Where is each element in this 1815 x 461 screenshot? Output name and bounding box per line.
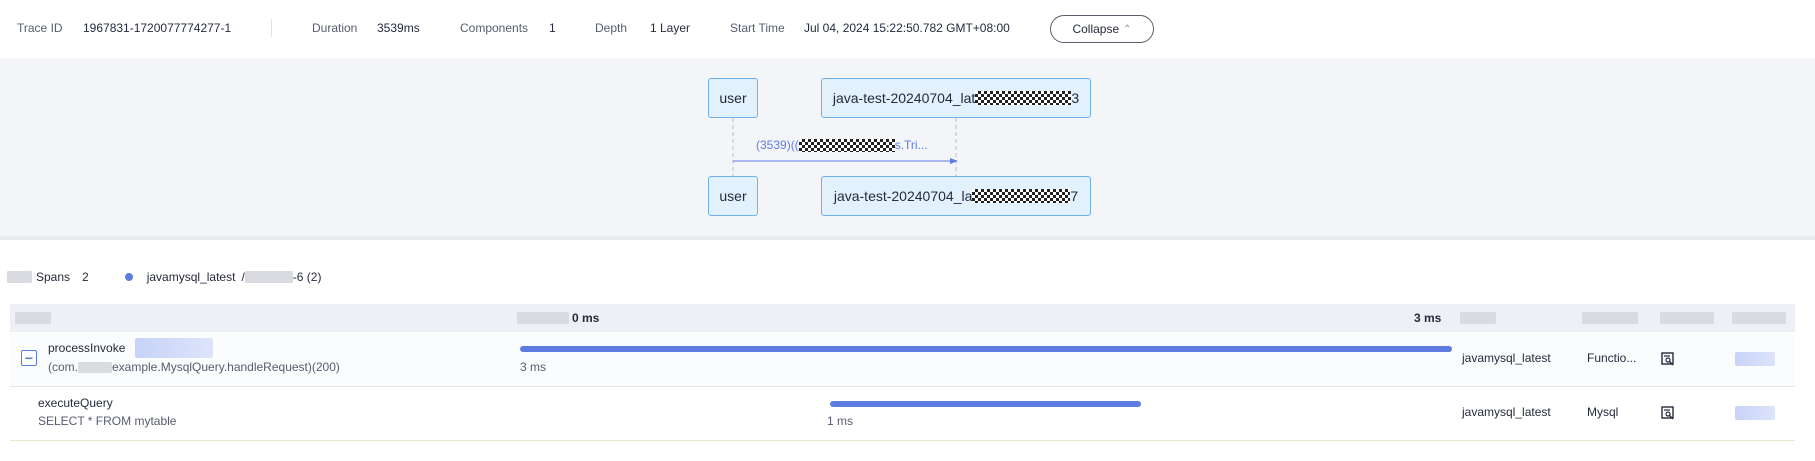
redacted-mask <box>798 139 895 153</box>
collapse-row-icon[interactable]: − <box>21 350 37 366</box>
redacted-mask <box>1735 352 1775 366</box>
span-app: javamysql_latest <box>1462 405 1551 419</box>
actor-user-bottom-label: user <box>719 188 747 204</box>
timeline-start-label: 0 ms <box>572 311 600 325</box>
actor-service-top-prefix: java-test-20240704_lat <box>832 90 976 106</box>
redacted-mask <box>244 271 293 283</box>
duration-value: 3539ms <box>377 21 420 35</box>
actor-service-bottom[interactable]: java-test-20240704_la 7 <box>821 176 1091 216</box>
message-label-suffix: s.Tri... <box>894 138 928 152</box>
span-duration: 3 ms <box>520 360 547 374</box>
redacted-mask <box>972 189 1071 203</box>
redacted-mask <box>1660 312 1714 324</box>
sequence-diagram: user java-test-20240704_lat 3 (3539)(( s.T… <box>0 58 1815 240</box>
actor-service-bottom-suffix: 7 <box>1070 188 1079 204</box>
table-row[interactable]: executeQuery SELECT * FROM mytable 1 ms … <box>10 387 1795 441</box>
message-label-prefix: (3539)(( <box>756 138 799 152</box>
header-divider <box>271 19 272 37</box>
redacted-mask <box>1735 406 1775 420</box>
service-color-dot <box>124 273 133 281</box>
table-row[interactable]: − processInvoke (com. example.MysqlQuery.… <box>10 333 1795 387</box>
spans-label: Spans <box>36 270 71 284</box>
span-type: Functio... <box>1587 351 1637 365</box>
span-duration-bar[interactable] <box>520 346 1452 352</box>
redacted-mask <box>1582 312 1638 324</box>
start-time-label: Start Time <box>730 21 785 35</box>
redacted-mask <box>135 338 213 358</box>
trace-id-label: Trace ID <box>17 21 63 35</box>
span-name: executeQuery <box>38 396 113 410</box>
redacted-mask <box>517 312 569 324</box>
redacted-mask <box>78 362 112 374</box>
view-details-icon[interactable] <box>1661 352 1675 366</box>
span-detail: (com. example.MysqlQuery.handleRequest)(2… <box>48 360 340 374</box>
redacted-mask <box>975 91 1072 105</box>
redacted-mask <box>1732 312 1786 324</box>
trace-header: Trace ID 1967831-1720077774277-1 Duratio… <box>0 0 1815 58</box>
span-type: Mysql <box>1587 405 1619 419</box>
timeline-end-label: 3 ms <box>1414 311 1442 325</box>
start-time-value: Jul 04, 2024 15:22:50.782 GMT+08:00 <box>804 21 1010 35</box>
actor-user-top[interactable]: user <box>708 78 758 118</box>
message-arrowhead <box>950 158 958 164</box>
span-duration-bar[interactable] <box>830 401 1141 407</box>
redacted-mask <box>15 312 51 324</box>
actor-user-bottom[interactable]: user <box>708 176 758 216</box>
service-name: javamysql_latest <box>146 270 236 284</box>
span-name: processInvoke <box>48 341 126 355</box>
span-detail-prefix: (com. <box>48 360 78 374</box>
span-table-header: 0 ms 3 ms <box>10 304 1795 332</box>
duration-label: Duration <box>312 21 358 35</box>
actor-service-bottom-prefix: java-test-20240704_la <box>833 188 973 204</box>
span-detail: SELECT * FROM mytable <box>38 414 177 428</box>
collapse-button[interactable]: Collapse ⌃ <box>1050 15 1154 43</box>
actor-service-top-suffix: 3 <box>1071 90 1080 106</box>
components-label: Components <box>460 21 529 35</box>
span-detail-suffix: example.MysqlQuery.handleRequest)(200) <box>112 360 340 374</box>
span-app: javamysql_latest <box>1462 351 1551 365</box>
redacted-mask <box>1460 312 1496 324</box>
actor-service-top[interactable]: java-test-20240704_lat 3 <box>821 78 1091 118</box>
depth-label: Depth <box>595 21 628 35</box>
redacted-mask <box>7 271 32 283</box>
trace-id-value: 1967831-1720077774277-1 <box>83 21 232 35</box>
spans-summary: Spans 2 javamysql_latest / -6 (2) <box>7 270 321 284</box>
span-duration: 1 ms <box>827 414 854 428</box>
actor-user-top-label: user <box>719 90 747 106</box>
collapse-button-label: Collapse <box>1072 22 1120 36</box>
spans-count: 2 <box>82 270 89 284</box>
components-value: 1 <box>549 21 556 35</box>
view-details-icon[interactable] <box>1661 406 1675 420</box>
depth-value: 1 Layer <box>650 21 691 35</box>
chevron-up-icon: ⌃ <box>1123 23 1132 35</box>
message-label[interactable]: (3539)(( s.Tri... <box>756 138 928 153</box>
service-suffix: -6 (2) <box>292 270 322 284</box>
